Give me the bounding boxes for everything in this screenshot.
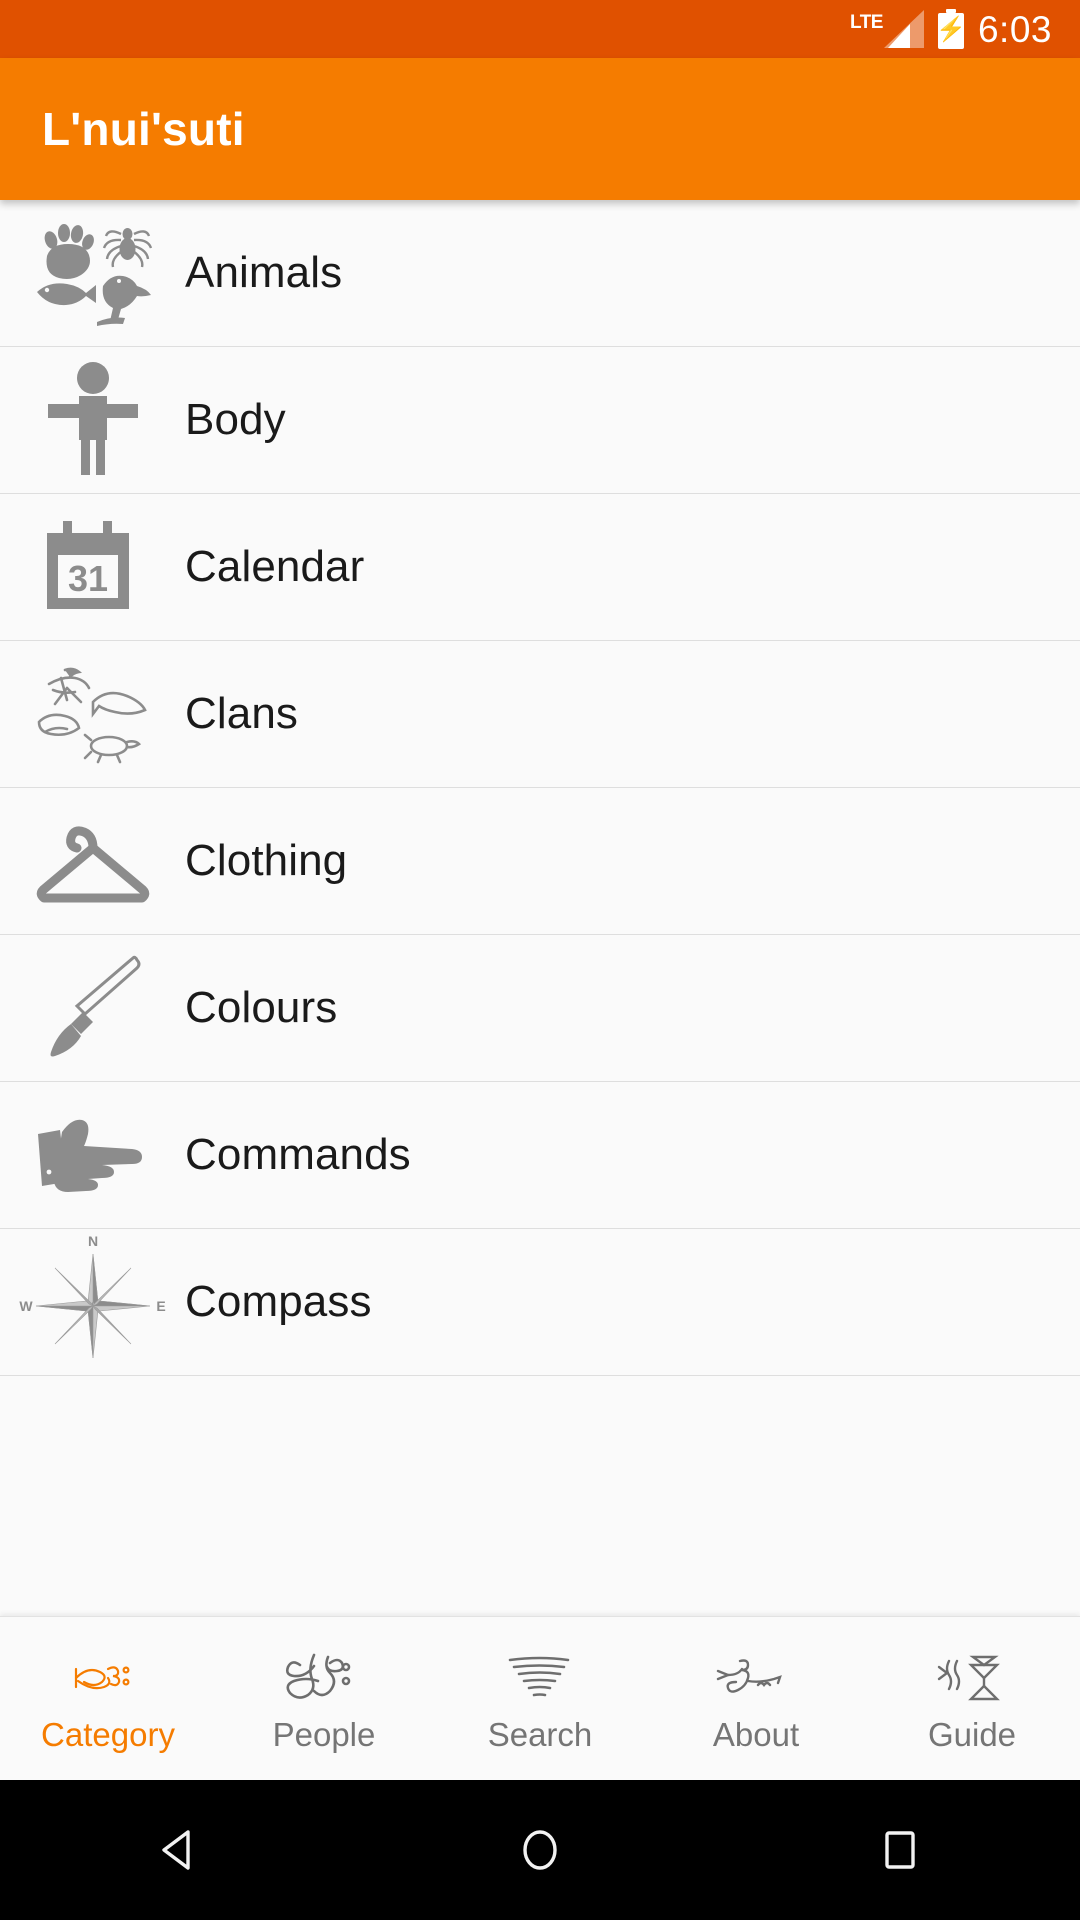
tab-category[interactable]: Category [0, 1617, 216, 1780]
tab-about[interactable]: About [648, 1617, 864, 1780]
status-bar: LTE ⚡ 6:03 [0, 0, 1080, 58]
list-item-clothing[interactable]: Clothing [0, 788, 1080, 935]
list-item-label: Body [185, 395, 286, 444]
list-item-label: Clans [185, 689, 298, 738]
list-item-animals[interactable]: Animals [0, 200, 1080, 347]
category-list[interactable]: Animals Body 31 Calendar Clans Clothing … [0, 200, 1080, 1616]
list-item-label: Calendar [185, 542, 365, 591]
status-bar-clock: 6:03 [977, 8, 1052, 50]
tab-label: Category [41, 1715, 175, 1753]
android-navigation-bar [0, 1780, 1080, 1920]
mikmaq-glyph-about-icon [714, 1650, 798, 1708]
list-item-label: Commands [185, 1130, 411, 1179]
back-triangle-icon[interactable] [105, 1780, 255, 1920]
human-figure-icon [0, 347, 185, 494]
home-circle-icon[interactable] [465, 1780, 615, 1920]
signal-bars-icon [883, 10, 924, 48]
list-item-body[interactable]: Body [0, 347, 1080, 494]
tab-label: People [272, 1715, 376, 1753]
list-item-colours[interactable]: Colours [0, 935, 1080, 1082]
svg-text:E: E [156, 1298, 165, 1314]
compass-rose-icon: N W E [0, 1229, 185, 1376]
coat-hanger-icon [0, 788, 185, 935]
clan-petroglyphs-icon [0, 641, 185, 788]
list-item-compass[interactable]: N W E Compass [0, 1229, 1080, 1376]
list-item-clans[interactable]: Clans [0, 641, 1080, 788]
recents-square-icon[interactable] [825, 1780, 975, 1920]
tab-people[interactable]: People [216, 1617, 432, 1780]
tab-guide[interactable]: Guide [864, 1617, 1080, 1780]
calendar-31-icon: 31 [0, 494, 185, 641]
list-item-calendar[interactable]: 31 Calendar [0, 494, 1080, 641]
tab-label: Search [487, 1715, 593, 1753]
tab-search[interactable]: Search [432, 1617, 648, 1780]
app-bar: L'nui'suti [0, 58, 1080, 200]
tab-label: About [712, 1715, 800, 1753]
animal-silhouettes-icon [0, 200, 185, 347]
page-title: L'nui'suti [42, 103, 245, 155]
list-item-label: Animals [185, 248, 343, 297]
svg-text:W: W [19, 1298, 33, 1314]
tab-label: Guide [927, 1715, 1017, 1753]
bottom-tab-bar: Category People Search About Guide [0, 1616, 1080, 1780]
svg-text:31: 31 [67, 558, 107, 599]
mikmaq-glyph-search-icon [504, 1650, 576, 1708]
mikmaq-glyph-guide-icon [933, 1650, 1011, 1708]
svg-text:N: N [87, 1233, 97, 1249]
network-type-label: LTE [850, 12, 883, 33]
list-item-label: Clothing [185, 836, 348, 885]
mikmaq-glyph-people-icon [284, 1650, 364, 1708]
battery-charging-icon: ⚡ [936, 9, 966, 49]
network-indicator: LTE [850, 10, 924, 48]
list-item-label: Colours [185, 983, 338, 1032]
list-item-commands[interactable]: Commands [0, 1082, 1080, 1229]
list-item-label: Compass [185, 1277, 372, 1326]
pointing-hand-icon [0, 1082, 185, 1229]
paintbrush-icon [0, 935, 185, 1082]
mikmaq-glyph-category-icon [68, 1650, 148, 1708]
